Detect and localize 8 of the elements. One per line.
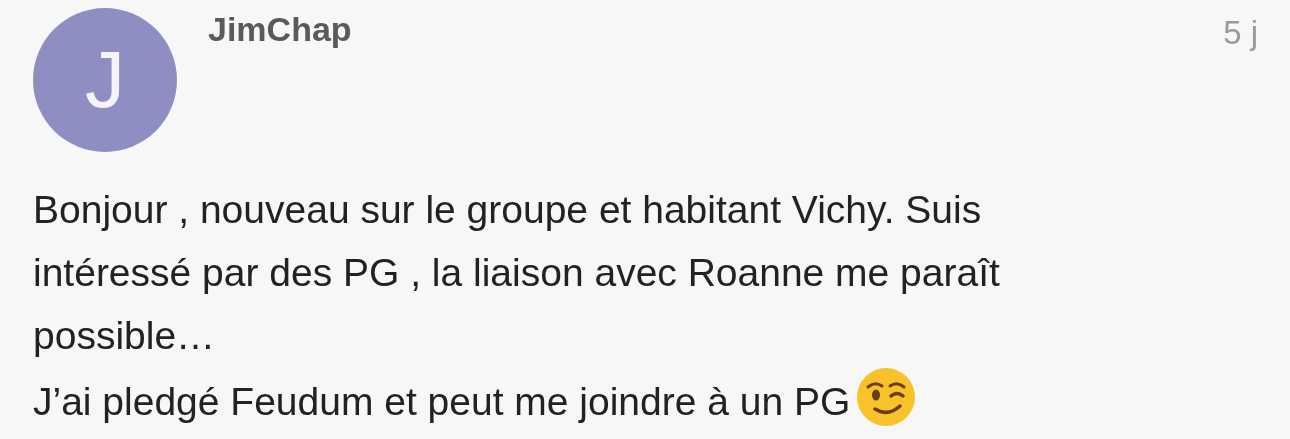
winking-face-icon (856, 367, 917, 427)
message-text: Bonjour , nouveau sur le groupe et habitant Vichy. Suis (33, 188, 982, 231)
post-time: 5 j (1223, 14, 1258, 52)
message-text: possible… (33, 314, 216, 357)
message-text: J’ai pledgé Feudum et peut me joindre à un PG (33, 380, 851, 423)
author-name: JimChap (208, 10, 353, 49)
message-text: intéressé par des PG , la liaison avec Roanne me paraît (33, 251, 1000, 294)
avatar: J (33, 8, 177, 152)
